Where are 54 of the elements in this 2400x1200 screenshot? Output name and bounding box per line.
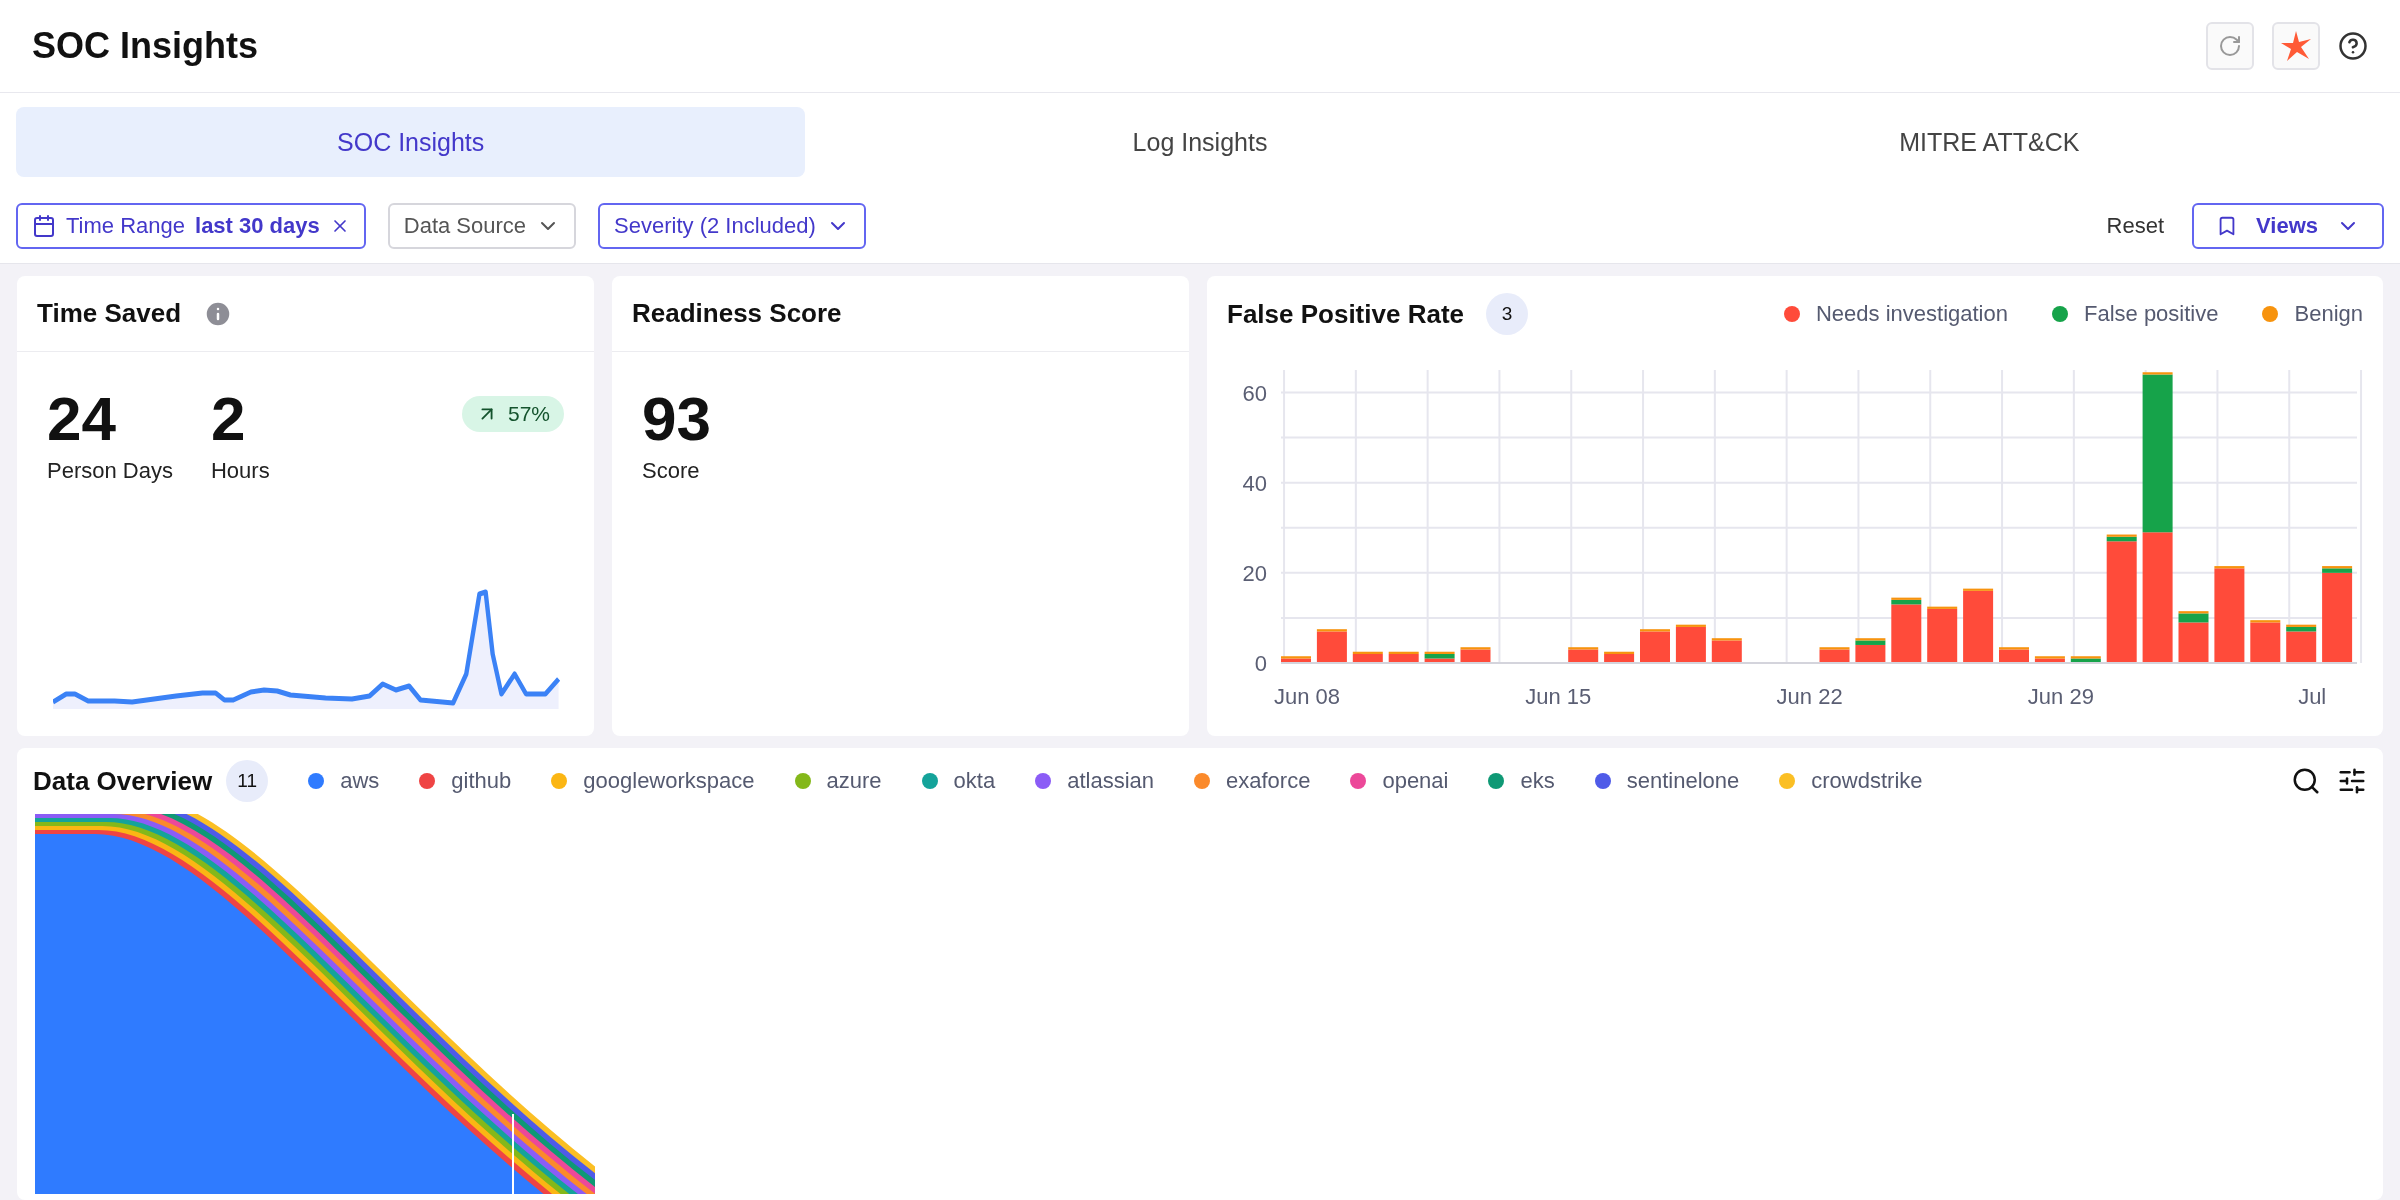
change-value: 57% bbox=[507, 402, 550, 426]
filter-dropdown[interactable]: Severity (2 Included) bbox=[598, 203, 866, 249]
axis-label: 20 bbox=[1242, 560, 1267, 586]
count-badge: 3 bbox=[1486, 293, 1528, 335]
tab[interactable]: SOC Insights bbox=[16, 107, 806, 177]
axis-label: Jul bbox=[2298, 684, 2327, 709]
legend-label: okta bbox=[953, 768, 996, 794]
legend-label: sentinelone bbox=[1626, 768, 1740, 794]
legend-label: False positive bbox=[2083, 301, 2219, 327]
card-title: Time Saved bbox=[37, 298, 182, 329]
legend-label: Needs investigation bbox=[1815, 301, 2008, 327]
tab[interactable]: Log Insights bbox=[805, 107, 1595, 177]
page-title: SOC Insights bbox=[32, 25, 259, 67]
axis-label: 0 bbox=[1254, 651, 1267, 676]
legend-label: atlassian bbox=[1067, 768, 1154, 794]
score-value: 93 bbox=[642, 388, 711, 450]
score-label: Score bbox=[642, 458, 701, 484]
legend-label: github bbox=[451, 768, 512, 794]
axis-label: Jun 22 bbox=[1776, 684, 1843, 709]
axis-label: 40 bbox=[1242, 470, 1267, 496]
metric-label: Person Days bbox=[47, 458, 173, 484]
metric-value: 2 bbox=[210, 388, 247, 450]
legend-label: eks bbox=[1520, 768, 1555, 794]
legend-label: openai bbox=[1382, 768, 1449, 794]
axis-label: 60 bbox=[1242, 380, 1267, 406]
legend-label: azure bbox=[826, 768, 882, 794]
legend-label: Benign bbox=[2294, 301, 2363, 327]
calendar-icon bbox=[32, 214, 56, 238]
filter-label: Time Range bbox=[66, 213, 185, 239]
axis-label: Jun 29 bbox=[2027, 684, 2094, 709]
metric-value: 24 bbox=[47, 388, 117, 450]
settings-icon[interactable] bbox=[2337, 766, 2367, 796]
time-range-filter[interactable]: Time Range last 30 days bbox=[16, 203, 366, 249]
search-icon[interactable] bbox=[2291, 766, 2321, 796]
legend-label: aws bbox=[340, 768, 380, 794]
legend-label: exaforce bbox=[1226, 768, 1311, 794]
refresh-icon bbox=[2218, 34, 2242, 58]
metric-label: Hours bbox=[210, 458, 270, 484]
card-title: False Positive Rate bbox=[1227, 298, 1464, 330]
count-badge: 11 bbox=[226, 760, 269, 802]
help-icon[interactable] bbox=[2338, 31, 2368, 61]
refresh-button[interactable] bbox=[2206, 22, 2254, 70]
card-title: Readiness Score bbox=[632, 298, 842, 329]
legend-label: googleworkspace bbox=[583, 768, 755, 794]
views-button[interactable]: Views bbox=[2192, 203, 2384, 249]
tab[interactable]: MITRE ATT&CK bbox=[1594, 107, 2384, 177]
card-title: Data Overview bbox=[33, 765, 213, 797]
filter-value: last 30 days bbox=[195, 213, 320, 239]
axis-label: Jun 15 bbox=[1525, 684, 1592, 709]
reset-button[interactable]: Reset bbox=[2100, 212, 2170, 240]
filter-dropdown[interactable]: Data Source bbox=[387, 203, 577, 249]
legend-label: crowdstrike bbox=[1811, 768, 1923, 794]
logo-button[interactable] bbox=[2272, 22, 2320, 70]
axis-label: Jun 08 bbox=[1273, 684, 1341, 709]
